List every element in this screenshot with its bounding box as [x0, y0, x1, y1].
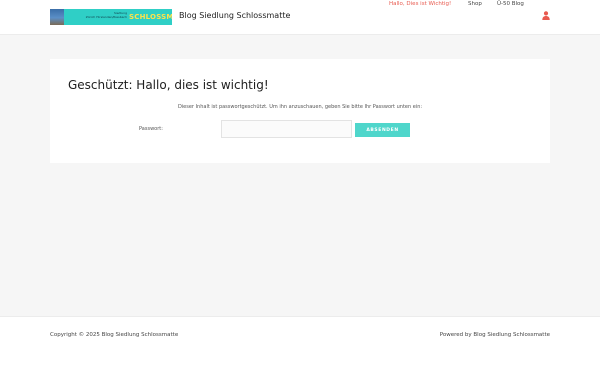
submit-button[interactable]: ABSENDEN	[355, 123, 410, 137]
password-input[interactable]	[221, 120, 352, 138]
powered-by-text: Powered by Blog Siedlung Schlossmatte	[439, 332, 550, 338]
copyright-text: Copyright © 2025 Blog Siedlung Schlossma…	[50, 332, 179, 338]
page-title: Geschützt: Hallo, dies ist wichtig!	[68, 78, 269, 92]
site-footer: Copyright © 2025 Blog Siedlung Schlossma…	[0, 316, 600, 376]
user-icon[interactable]	[542, 11, 550, 20]
nav-item-hallo[interactable]: Hallo, Dies ist Wichtig!	[389, 0, 451, 8]
nav-item-ue50-blog[interactable]: Ü-50 Blog	[497, 0, 524, 8]
logo-line-2: Zürich Hirslanden/Riesbach	[85, 15, 127, 19]
content-card: Geschützt: Hallo, dies ist wichtig! Dies…	[50, 59, 550, 163]
nav-item-shop[interactable]: Shop	[468, 0, 482, 8]
site-header: Siedlung Zürich Hirslanden/Riesbach SCHL…	[0, 0, 600, 35]
logo-image	[50, 9, 64, 25]
logo-subtitle: Siedlung Zürich Hirslanden/Riesbach	[67, 11, 127, 19]
password-notice: Dieser Inhalt ist passwortgeschützt. Um …	[177, 104, 423, 110]
site-title[interactable]: Blog Siedlung Schlossmatte	[179, 10, 290, 22]
site-logo[interactable]: Siedlung Zürich Hirslanden/Riesbach SCHL…	[50, 9, 172, 25]
logo-brand: SCHLOSSMATTE	[129, 13, 172, 21]
password-label: Passwort:	[139, 126, 163, 132]
